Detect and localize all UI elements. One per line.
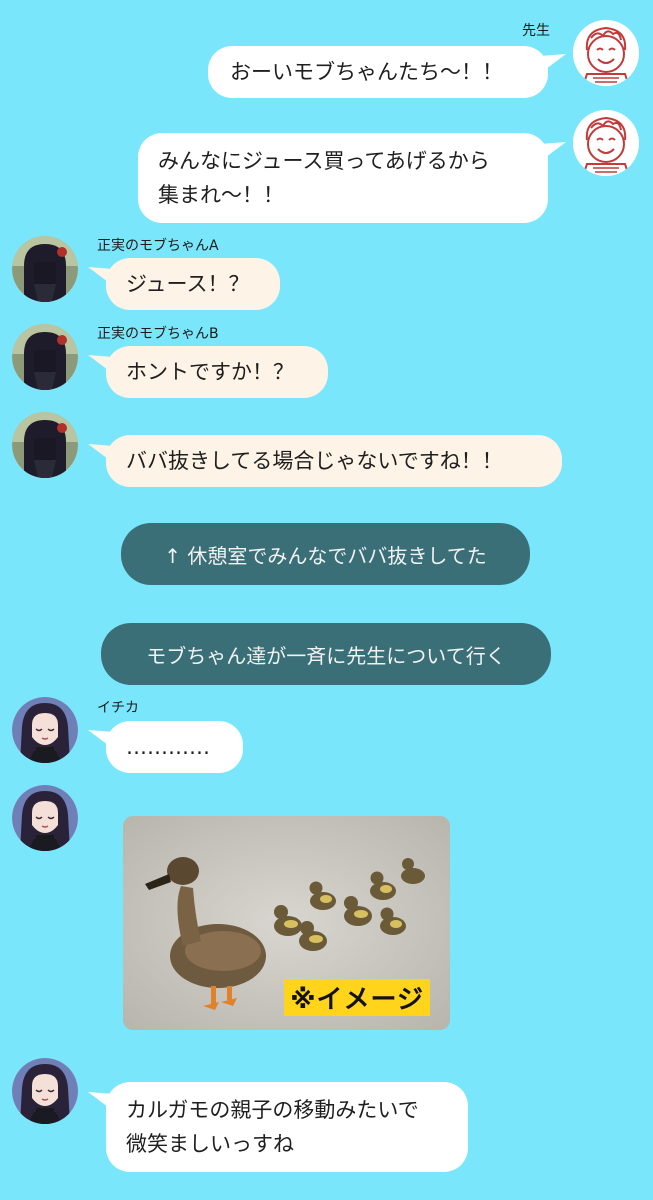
sensei-face-icon (573, 20, 639, 86)
message-text: みんなにジュース買ってあげるから (158, 149, 490, 173)
sender-name: 先生 (522, 23, 550, 39)
mob-character-icon (12, 236, 78, 302)
bubble-tail-icon (540, 142, 566, 160)
shared-image[interactable]: ※イメージ (123, 816, 450, 1030)
message-text: ホントですか！？ (126, 360, 294, 384)
mob-character-icon (12, 412, 78, 478)
ichika-avatar[interactable] (12, 1058, 78, 1124)
message-text: 微笑ましいっすね (126, 1132, 294, 1156)
message-text: 集まれ〜！！ (158, 183, 284, 207)
message-bubble[interactable]: ジュース！？ (106, 258, 280, 310)
sensei-face-icon (573, 110, 639, 176)
sensei-avatar[interactable] (573, 20, 639, 86)
sender-name: イチカ (97, 700, 139, 716)
message-bubble[interactable]: ホントですか！？ (106, 346, 328, 398)
mob-character-icon (12, 324, 78, 390)
sensei-avatar[interactable] (573, 110, 639, 176)
sender-name: 正実のモブちゃんB (97, 326, 219, 342)
message-bubble[interactable]: おーいモブちゃんたち〜！！ (208, 46, 548, 98)
message-text: ジュース！？ (126, 272, 250, 296)
message-bubble[interactable]: みんなにジュース買ってあげるから 集まれ〜！！ (138, 133, 548, 223)
ichika-avatar[interactable] (12, 785, 78, 851)
message-bubble[interactable]: カルガモの親子の移動みたいで 微笑ましいっすね (106, 1082, 468, 1172)
bubble-tail-icon (540, 54, 566, 72)
mob-avatar[interactable] (12, 412, 78, 478)
message-bubble[interactable]: ………… (106, 721, 243, 773)
ichika-avatar[interactable] (12, 697, 78, 763)
ichika-character-icon (12, 1058, 78, 1124)
sender-name: 正実のモブちゃんA (97, 238, 219, 254)
system-message: ↑ 休憩室でみんなでババ抜きしてた (121, 523, 530, 585)
system-message: モブちゃん達が一斉に先生について行く (101, 623, 551, 685)
message-text: おーいモブちゃんたち〜！！ (230, 60, 503, 84)
message-bubble[interactable]: ババ抜きしてる場合じゃないですね！！ (106, 435, 562, 487)
message-text: ………… (126, 735, 210, 759)
mob-avatar[interactable] (12, 324, 78, 390)
mob-avatar[interactable] (12, 236, 78, 302)
message-text: ババ抜きしてる場合じゃないですね！！ (126, 449, 503, 473)
image-caption: ※イメージ (284, 979, 430, 1016)
message-text: カルガモの親子の移動みたいで (126, 1098, 419, 1122)
ichika-character-icon (12, 785, 78, 851)
ichika-character-icon (12, 697, 78, 763)
